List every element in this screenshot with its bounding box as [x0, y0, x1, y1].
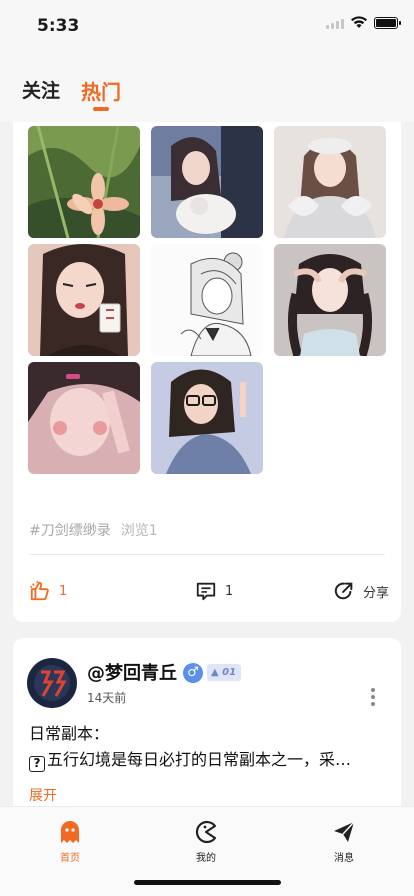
view-count: 浏览1 [120, 523, 158, 539]
post-image-sketch-girl[interactable] [151, 244, 263, 356]
cellular-signal-icon [326, 17, 344, 29]
avatar[interactable] [27, 658, 77, 708]
send-icon [334, 821, 355, 842]
home-indicator[interactable] [134, 880, 281, 885]
pacman-icon [195, 820, 217, 844]
nav-home[interactable]: 首页 [40, 819, 100, 864]
nav-mine-label: 我的 [196, 853, 216, 864]
tab-hot[interactable]: 热门 [81, 76, 121, 105]
post-image-girl-with-cat[interactable] [151, 126, 263, 238]
share-label: 分享 [363, 585, 390, 601]
comment-count: 1 [225, 583, 234, 599]
post-card: #刀剑缥缈录 浏览1 1 1 分享 [13, 122, 401, 622]
wifi-icon [351, 16, 367, 28]
post-time: 14天前 [87, 691, 127, 705]
ghost-icon [61, 821, 79, 843]
level-number: 01 [222, 667, 237, 678]
battery-icon [374, 16, 401, 29]
active-tab-indicator [93, 107, 109, 111]
like-button[interactable]: 1 [29, 580, 67, 602]
share-icon [334, 582, 353, 600]
nav-home-label: 首页 [60, 853, 80, 864]
post-image-girl-braids[interactable] [274, 244, 386, 356]
like-count: 1 [59, 583, 68, 599]
username[interactable]: @梦回青丘 [87, 659, 177, 685]
status-bar: 5:33 [0, 0, 414, 50]
comment-button[interactable]: 1 [195, 580, 233, 602]
topic-tag[interactable]: #刀剑缥缈录 [29, 523, 111, 539]
post-image-girl-closeup[interactable] [28, 362, 140, 474]
question-box-icon: ? [29, 756, 45, 772]
nav-messages-label: 消息 [334, 853, 354, 864]
post-image-girl-with-card[interactable] [28, 244, 140, 356]
thumbs-up-icon [30, 580, 49, 601]
expand-link[interactable]: 展开 [29, 785, 57, 805]
status-time: 5:33 [37, 16, 80, 36]
post-body-text: 五行幻境是每日必打的日常副本之一，采… [47, 750, 352, 769]
divider [29, 554, 385, 555]
post-title: 日常副本： [29, 724, 110, 743]
post-image-girl-glasses[interactable] [151, 362, 263, 474]
tab-follow[interactable]: 关注 [22, 76, 60, 103]
level-badge: ▲ 01 [207, 664, 241, 681]
top-tabs: 关注 热门 [0, 50, 414, 122]
nav-mine[interactable]: 我的 [176, 819, 236, 864]
more-options-icon[interactable] [370, 688, 376, 710]
post-image-girl-white-outfit[interactable] [274, 126, 386, 238]
status-icons [326, 16, 401, 29]
post-card: @梦回青丘 ♂ ▲ 01 14天前 日常副本： ? 五行幻境是每日必打的日常副本之… [13, 638, 401, 818]
share-button[interactable]: 分享 [333, 580, 389, 602]
post-image-flower[interactable] [28, 126, 140, 238]
post-tag-row: #刀剑缥缈录 浏览1 [29, 520, 158, 540]
nav-messages[interactable]: 消息 [314, 819, 374, 864]
comment-icon [196, 582, 216, 601]
post-body[interactable]: ? 五行幻境是每日必打的日常副本之一，采… [29, 746, 385, 772]
male-gender-icon: ♂ [183, 663, 203, 683]
